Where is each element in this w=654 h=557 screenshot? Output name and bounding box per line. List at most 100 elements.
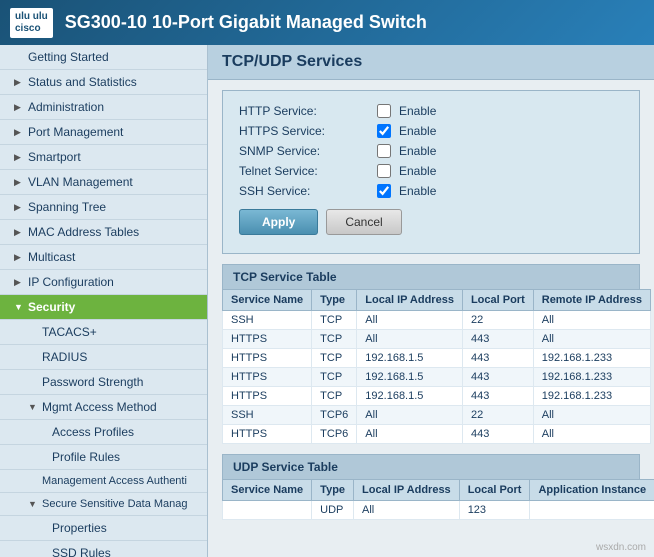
snmp-service-checkbox[interactable] <box>377 144 391 158</box>
arrow-icon: ▶ <box>14 127 24 138</box>
table-row: SSHTCPAll22All <box>223 311 651 330</box>
sidebar-item-profile-rules[interactable]: Profile Rules <box>0 445 207 470</box>
snmp-service-label: SNMP Service: <box>239 144 369 158</box>
https-service-checkbox[interactable] <box>377 124 391 138</box>
col-local-ip: Local IP Address <box>354 480 460 501</box>
arrow-icon: ▶ <box>14 252 24 263</box>
sidebar-label: Security <box>28 300 75 314</box>
header: ulu ulu cisco SG300-10 10-Port Gigabit M… <box>0 0 654 45</box>
sidebar-label: RADIUS <box>42 350 87 364</box>
telnet-service-label: Telnet Service: <box>239 164 369 178</box>
sidebar-item-vlan-management[interactable]: ▶ VLAN Management <box>0 170 207 195</box>
http-service-row: HTTP Service: Enable <box>239 101 623 121</box>
sidebar-item-secure-sensitive-data[interactable]: ▼ Secure Sensitive Data Manag <box>0 493 207 516</box>
sidebar-item-management-access-auth[interactable]: Management Access Authenti <box>0 470 207 493</box>
col-type: Type <box>312 480 354 501</box>
sidebar-label: Status and Statistics <box>28 75 137 89</box>
https-service-enable: Enable <box>399 124 436 138</box>
udp-service-table: Service Name Type Local IP Address Local… <box>222 479 654 520</box>
sidebar-label: Multicast <box>28 250 75 264</box>
http-service-enable: Enable <box>399 104 436 118</box>
arrow-icon: ▶ <box>14 277 24 288</box>
tcp-service-table-section: TCP Service Table Service Name Type Loca… <box>222 264 640 444</box>
col-service-name: Service Name <box>223 480 312 501</box>
udp-table-title: UDP Service Table <box>222 454 640 479</box>
header-title: SG300-10 10-Port Gigabit Managed Switch <box>65 12 427 33</box>
sidebar-label: Smartport <box>28 150 81 164</box>
table-row: HTTPSTCP192.168.1.5443192.168.1.233 <box>223 349 651 368</box>
ssh-service-enable: Enable <box>399 184 436 198</box>
sidebar-label: Administration <box>28 100 104 114</box>
table-row: HTTPSTCP192.168.1.5443192.168.1.233 <box>223 368 651 387</box>
sidebar-label: Password Strength <box>42 375 143 389</box>
sidebar-label: Getting Started <box>28 50 109 64</box>
ssh-service-label: SSH Service: <box>239 184 369 198</box>
telnet-service-enable: Enable <box>399 164 436 178</box>
sidebar-label: Access Profiles <box>52 425 134 439</box>
button-row: Apply Cancel <box>239 209 623 235</box>
sidebar-item-mac-address-tables[interactable]: ▶ MAC Address Tables <box>0 220 207 245</box>
sidebar-label: Profile Rules <box>52 450 120 464</box>
table-row: UDPAll123 <box>223 501 654 520</box>
sidebar-item-administration[interactable]: ▶ Administration <box>0 95 207 120</box>
snmp-service-enable: Enable <box>399 144 436 158</box>
cisco-logo: ulu ulu cisco <box>10 8 53 38</box>
cancel-button[interactable]: Cancel <box>326 209 401 235</box>
sidebar-item-port-management[interactable]: ▶ Port Management <box>0 120 207 145</box>
tcp-service-table: Service Name Type Local IP Address Local… <box>222 289 651 444</box>
arrow-icon: ▶ <box>14 152 24 163</box>
services-form: HTTP Service: Enable HTTPS Service: Enab… <box>222 90 640 254</box>
snmp-service-row: SNMP Service: Enable <box>239 141 623 161</box>
table-row: HTTPSTCP6All443All <box>223 425 651 444</box>
sidebar-label: MAC Address Tables <box>28 225 139 239</box>
table-row: SSHTCP6All22All <box>223 406 651 425</box>
ssh-service-checkbox[interactable] <box>377 184 391 198</box>
telnet-service-row: Telnet Service: Enable <box>239 161 623 181</box>
arrow-icon: ▶ <box>14 202 24 213</box>
sidebar-item-smartport[interactable]: ▶ Smartport <box>0 145 207 170</box>
sidebar-item-spanning-tree[interactable]: ▶ Spanning Tree <box>0 195 207 220</box>
udp-service-table-section: UDP Service Table Service Name Type Loca… <box>222 454 640 520</box>
col-application-instance: Application Instance <box>530 480 654 501</box>
sidebar-item-multicast[interactable]: ▶ Multicast <box>0 245 207 270</box>
sidebar-label: TACACS+ <box>42 325 97 339</box>
sidebar-item-ssd-rules[interactable]: SSD Rules <box>0 541 207 557</box>
sidebar-label: Secure Sensitive Data Manag <box>42 498 188 510</box>
layout: Getting Started ▶ Status and Statistics … <box>0 45 654 557</box>
arrow-icon: ▼ <box>28 499 38 509</box>
tcp-table-title: TCP Service Table <box>222 264 640 289</box>
sidebar-label: Port Management <box>28 125 123 139</box>
sidebar-item-properties[interactable]: Properties <box>0 516 207 541</box>
sidebar-item-ip-configuration[interactable]: ▶ IP Configuration <box>0 270 207 295</box>
sidebar-label: IP Configuration <box>28 275 114 289</box>
sidebar-label: Spanning Tree <box>28 200 106 214</box>
arrow-icon: ▼ <box>28 402 38 412</box>
arrow-icon: ▼ <box>14 302 24 312</box>
https-service-row: HTTPS Service: Enable <box>239 121 623 141</box>
https-service-label: HTTPS Service: <box>239 124 369 138</box>
sidebar-item-mgmt-access-method[interactable]: ▼ Mgmt Access Method <box>0 395 207 420</box>
sidebar-item-tacacs[interactable]: TACACS+ <box>0 320 207 345</box>
apply-button[interactable]: Apply <box>239 209 318 235</box>
http-service-checkbox[interactable] <box>377 104 391 118</box>
sidebar-item-radius[interactable]: RADIUS <box>0 345 207 370</box>
col-local-port: Local Port <box>462 290 533 311</box>
sidebar-item-security[interactable]: ▼ Security <box>0 295 207 320</box>
col-type: Type <box>312 290 357 311</box>
table-row: HTTPSTCPAll443All <box>223 330 651 349</box>
page-title: TCP/UDP Services <box>208 45 654 80</box>
col-service-name: Service Name <box>223 290 312 311</box>
sidebar-item-getting-started[interactable]: Getting Started <box>0 45 207 70</box>
sidebar: Getting Started ▶ Status and Statistics … <box>0 45 208 557</box>
table-row: HTTPSTCP192.168.1.5443192.168.1.233 <box>223 387 651 406</box>
sidebar-item-access-profiles[interactable]: Access Profiles <box>0 420 207 445</box>
col-remote-ip: Remote IP Address <box>533 290 650 311</box>
arrow-icon: ▶ <box>14 77 24 88</box>
sidebar-item-status-statistics[interactable]: ▶ Status and Statistics <box>0 70 207 95</box>
telnet-service-checkbox[interactable] <box>377 164 391 178</box>
arrow-icon: ▶ <box>14 177 24 188</box>
sidebar-item-password-strength[interactable]: Password Strength <box>0 370 207 395</box>
main-content: TCP/UDP Services HTTP Service: Enable HT… <box>208 45 654 557</box>
col-local-port: Local Port <box>459 480 530 501</box>
col-local-ip: Local IP Address <box>357 290 463 311</box>
